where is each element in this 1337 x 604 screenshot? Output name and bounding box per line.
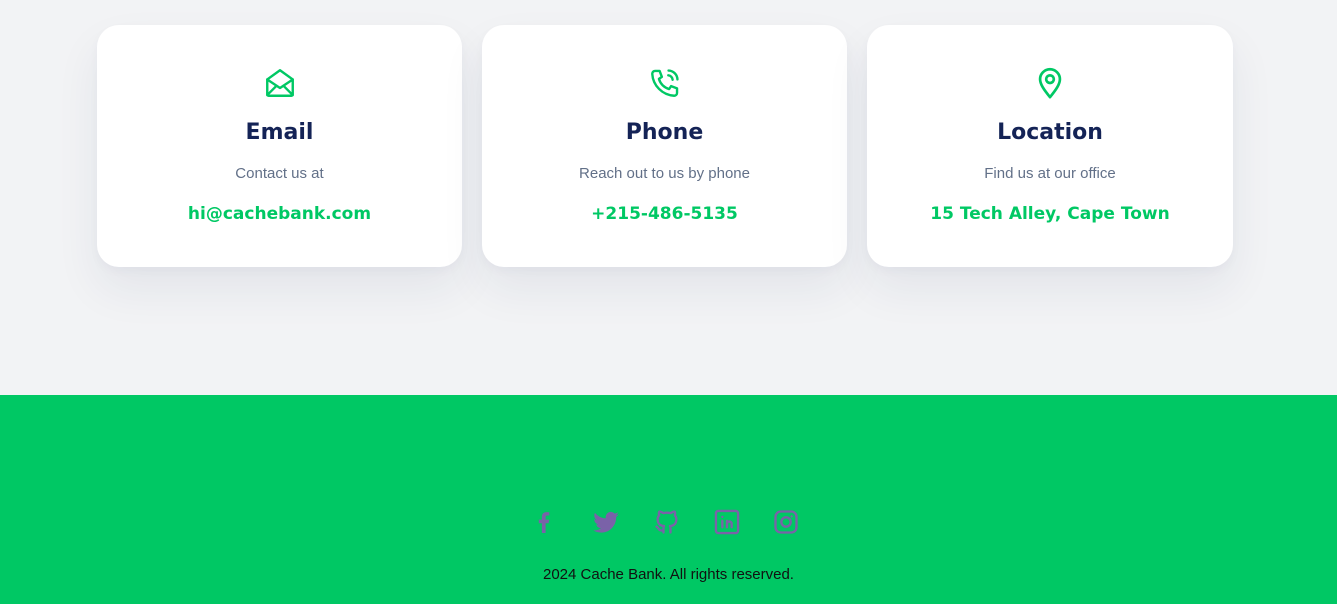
email-card: Email Contact us at hi@cachebank.com: [97, 25, 462, 267]
twitter-icon: [592, 508, 620, 536]
instagram-link[interactable]: [772, 508, 800, 536]
phone-card: Phone Reach out to us by phone +215-486-…: [482, 25, 847, 267]
card-description: Contact us at: [235, 165, 324, 182]
card-description: Reach out to us by phone: [579, 165, 750, 182]
copyright-text: 2024 Cache Bank. All rights reserved.: [543, 566, 794, 583]
card-title: Location: [997, 120, 1103, 145]
footer: 2024 Cache Bank. All rights reserved.: [0, 395, 1337, 604]
instagram-icon: [772, 508, 800, 536]
social-links: [0, 508, 1337, 536]
contact-section: Email Contact us at hi@cachebank.com Pho…: [0, 0, 1337, 395]
twitter-link[interactable]: [592, 508, 620, 536]
card-title: Email: [245, 120, 314, 145]
location-card: Location Find us at our office 15 Tech A…: [867, 25, 1233, 267]
location-link[interactable]: 15 Tech Alley, Cape Town: [867, 202, 1233, 226]
card-description: Find us at our office: [984, 165, 1116, 182]
card-title: Phone: [625, 120, 704, 145]
linkedin-icon: [713, 508, 741, 536]
map-pin-icon: [1033, 66, 1067, 100]
facebook-icon: [530, 508, 558, 536]
github-link[interactable]: [653, 508, 681, 536]
email-link[interactable]: hi@cachebank.com: [97, 202, 462, 226]
facebook-link[interactable]: [530, 508, 558, 536]
mail-open-icon: [263, 66, 297, 100]
phone-link[interactable]: +215-486-5135: [482, 202, 847, 226]
linkedin-link[interactable]: [713, 508, 741, 536]
github-icon: [653, 508, 681, 536]
phone-call-icon: [648, 66, 682, 100]
